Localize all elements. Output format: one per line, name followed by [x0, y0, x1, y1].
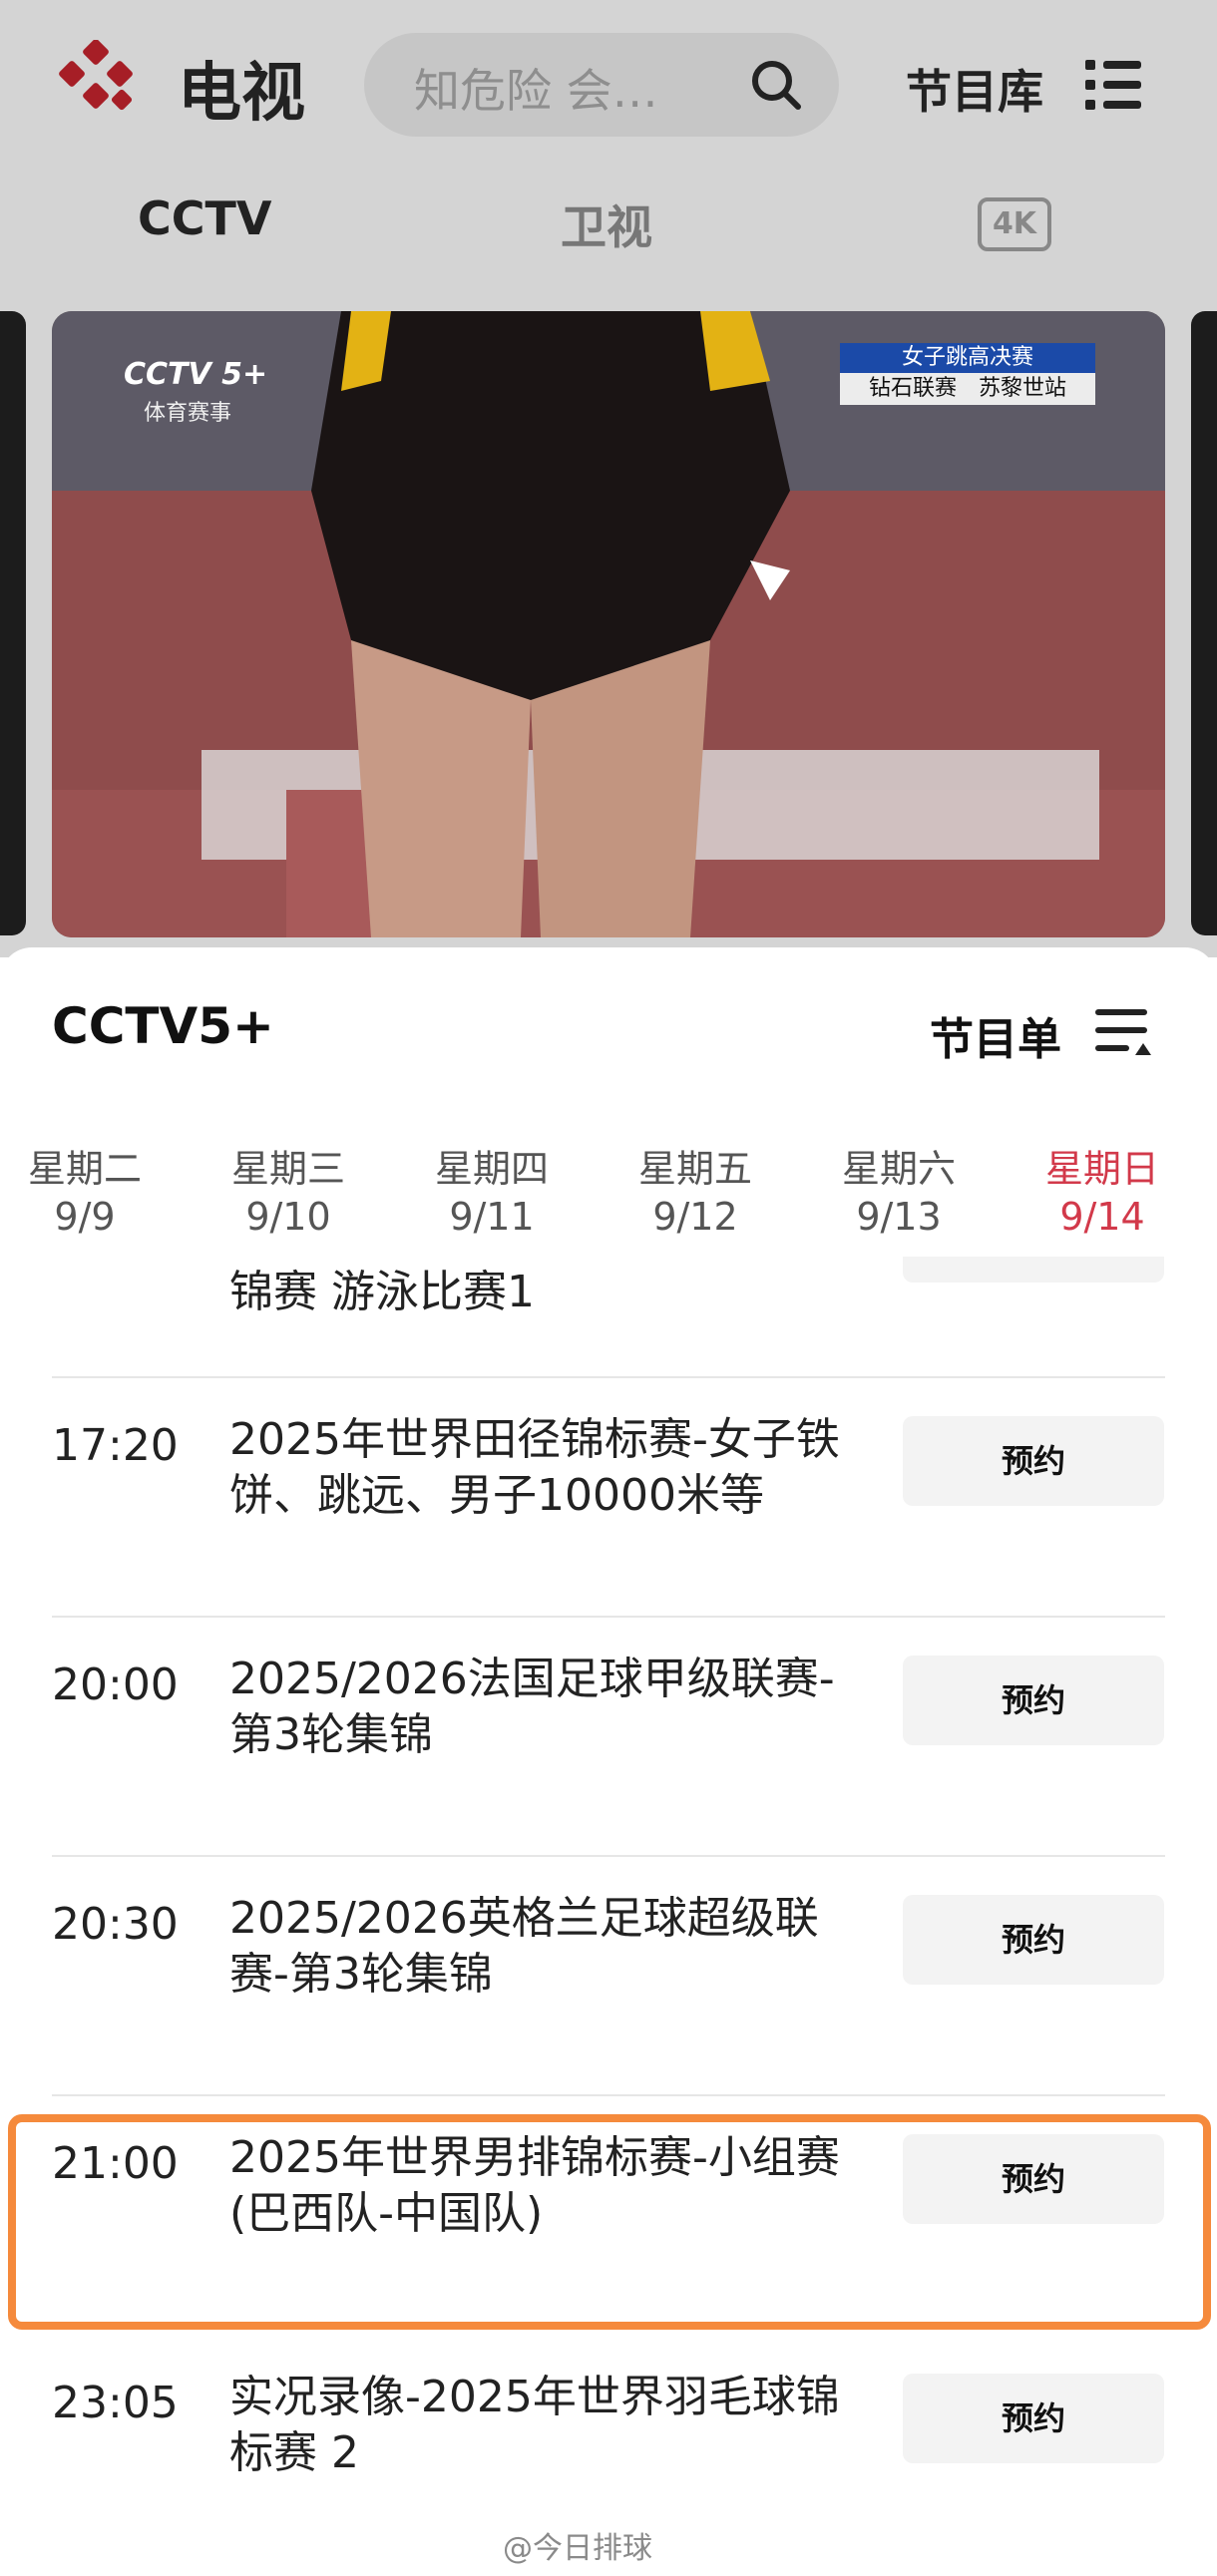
day-tab-tue[interactable]: 星期二 9/9 — [0, 1145, 180, 1241]
event-caption-bottom: 钻石联赛 苏黎世站 — [840, 373, 1095, 405]
program-time: 23:05 — [52, 2378, 179, 2428]
menu-icon[interactable] — [1085, 58, 1141, 112]
search-icon[interactable] — [746, 55, 806, 115]
day-weekday: 星期日 — [1044, 1147, 1159, 1191]
day-weekday: 星期二 — [27, 1147, 142, 1191]
program-library-button[interactable]: 节目库 — [906, 56, 1043, 122]
tv-logo-icon — [59, 40, 133, 111]
video-player[interactable]: CCTV 5+ 体育赛事 女子跳高决赛 钻石联赛 苏黎世站 — [52, 311, 1165, 937]
day-date: 9/14 — [1059, 1195, 1145, 1239]
channel-watermark-sub: 体育赛事 — [144, 401, 232, 426]
day-weekday: 星期六 — [841, 1147, 956, 1191]
weibo-watermark: @今日排球 — [503, 2531, 652, 2566]
day-date: 9/9 — [54, 1195, 116, 1239]
day-tab-fri[interactable]: 星期五 9/12 — [601, 1145, 790, 1241]
channel-watermark: CCTV 5+ — [124, 357, 268, 392]
program-title: 2025/2026英格兰足球超级联赛-第3轮集锦 — [229, 1893, 819, 2000]
channel-name: CCTV5+ — [52, 997, 274, 1055]
book-button-partial[interactable] — [903, 1257, 1164, 1283]
day-date: 9/12 — [652, 1195, 738, 1239]
book-button[interactable]: 预约 — [903, 1656, 1164, 1745]
app-title: 电视 — [178, 57, 305, 131]
program-title-partial: 锦赛 游泳比赛1 — [229, 1267, 535, 1317]
day-tab-wed[interactable]: 星期三 9/10 — [194, 1145, 383, 1241]
schedule-sheet: CCTV5+ 节目单 星期二 9/9 星期三 9/10 星期四 9/11 星期五… — [0, 947, 1217, 2576]
prev-card-peek[interactable] — [0, 311, 26, 935]
schedule-list-icon[interactable] — [1091, 1003, 1151, 1059]
program-time: 20:00 — [52, 1659, 179, 1710]
search-placeholder: 知危险 会… — [414, 64, 658, 118]
day-date: 9/11 — [449, 1195, 535, 1239]
event-caption-top: 女子跳高决赛 — [840, 343, 1095, 373]
divider — [52, 2094, 1165, 2096]
program-time: 17:20 — [52, 1420, 179, 1471]
day-weekday: 星期五 — [637, 1147, 752, 1191]
book-button[interactable]: 预约 — [903, 1895, 1164, 1985]
divider — [52, 1616, 1165, 1618]
day-tab-thu[interactable]: 星期四 9/11 — [397, 1145, 587, 1241]
day-tab-sun[interactable]: 星期日 9/14 — [1008, 1145, 1197, 1241]
tab-satellite[interactable]: 卫视 — [561, 191, 652, 257]
book-button[interactable]: 预约 — [903, 1416, 1164, 1506]
program-title: 2025年世界田径锦标赛-女子铁饼、跳远、男子10000米等 — [229, 1414, 840, 1521]
next-card-peek[interactable] — [1191, 311, 1217, 935]
program-title: 实况录像-2025年世界羽毛球锦标赛 2 — [229, 2372, 840, 2478]
day-weekday: 星期四 — [434, 1147, 549, 1191]
program-time: 20:30 — [52, 1899, 179, 1950]
background-app: 电视 知危险 会… 节目库 CCTV 卫视 4K CCTV 5+ 体育赛事 女子… — [0, 0, 1217, 957]
divider — [52, 1855, 1165, 1857]
tab-4k[interactable]: 4K — [978, 197, 1051, 251]
day-date: 9/13 — [856, 1195, 942, 1239]
tab-cctv[interactable]: CCTV — [138, 191, 272, 245]
program-title: 2025/2026法国足球甲级联赛-第3轮集锦 — [229, 1654, 835, 1760]
book-button[interactable]: 预约 — [903, 2374, 1164, 2463]
schedule-button[interactable]: 节目单 — [930, 1003, 1061, 1067]
day-date: 9/10 — [245, 1195, 331, 1239]
highlight-frame — [8, 2114, 1211, 2330]
divider — [52, 1376, 1165, 1378]
day-tab-sat[interactable]: 星期六 9/13 — [804, 1145, 994, 1241]
day-weekday: 星期三 — [230, 1147, 345, 1191]
